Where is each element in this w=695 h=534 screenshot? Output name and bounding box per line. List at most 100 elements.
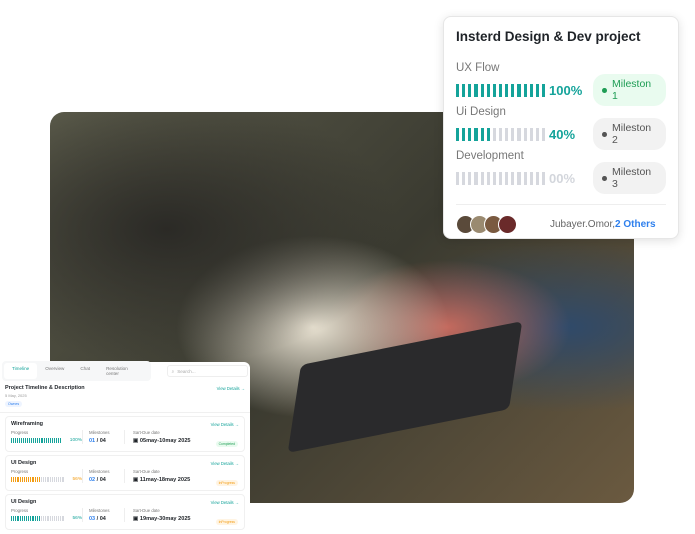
progress-segment [49, 516, 51, 521]
project-timeline-panel: Timeline Overview Chat Resolution center ⌕ S… [0, 361, 250, 532]
progress-segment [30, 516, 32, 521]
progress-segment [505, 127, 509, 141]
progress-bar [456, 83, 546, 97]
card-title: Insterd Design & Dev project [456, 29, 641, 44]
status-badge: Completed [215, 441, 238, 447]
milestone-badge[interactable]: Mileston 2 [593, 118, 666, 150]
progress-segment [53, 438, 55, 443]
progress-bar [456, 171, 546, 185]
progress-segment [541, 127, 546, 141]
progress-percent: 100% [549, 82, 583, 98]
progress-segment [511, 83, 515, 97]
progress-label: Progress [11, 508, 29, 513]
progress-segment [32, 516, 34, 521]
progress-segment [505, 171, 509, 185]
progress-percent: 00% [549, 170, 576, 186]
dates-label: Sart-Due date [133, 508, 160, 513]
member-avatars[interactable] [456, 215, 538, 234]
progress-segment [517, 171, 521, 185]
dates-label: Sart-Due date [133, 469, 160, 474]
milestones-done: 02 [89, 477, 96, 483]
task-card: UI Design View Details → Progress 56% Mil… [5, 494, 245, 530]
progress-segment [57, 438, 59, 443]
progress-segment [541, 83, 546, 97]
progress-segment [60, 477, 62, 482]
progress-segment [37, 438, 39, 443]
task-progress-bar: 56% [11, 516, 82, 521]
progress-segment [28, 516, 30, 521]
progress-segment [38, 477, 40, 482]
project-progress-card: Insterd Design & Dev project UX Flow 100… [443, 16, 679, 239]
progress-segment [55, 438, 57, 443]
others-link[interactable]: 2 Others [615, 219, 656, 230]
progress-segment [456, 171, 460, 185]
progress-segment [498, 171, 503, 185]
progress-percent: 56% [72, 477, 83, 482]
progress-bar [456, 127, 546, 141]
progress-segment [529, 171, 533, 185]
tab-overview[interactable]: Overview [37, 363, 72, 379]
search-input[interactable]: ⌕ Search... [166, 365, 248, 377]
progress-segment [30, 477, 32, 482]
view-details-link[interactable]: View Details → [211, 500, 239, 505]
view-details-link[interactable]: View Details → [211, 461, 239, 466]
milestones-done: 03 [89, 516, 96, 522]
dates-label: Sart-Due date [133, 430, 160, 435]
progress-segment [19, 477, 21, 482]
milestone-badge[interactable]: Mileston 1 [593, 74, 666, 106]
progress-segment [36, 516, 38, 521]
progress-segment [523, 171, 527, 185]
progress-segment [462, 171, 466, 185]
view-details-link[interactable]: View Details → [211, 422, 239, 427]
progress-segment [23, 516, 25, 521]
tab-timeline[interactable]: Timeline [4, 363, 38, 379]
progress-segment [480, 127, 484, 141]
progress-segment [43, 516, 45, 521]
progress-segment [25, 477, 28, 482]
task-progress-bar: 100% [11, 438, 82, 443]
status-dot-icon [602, 131, 608, 137]
progress-segment [60, 516, 62, 521]
progress-segment [47, 477, 49, 482]
progress-segment [19, 516, 21, 521]
progress-percent: 100% [69, 438, 83, 443]
progress-segment [498, 127, 503, 141]
milestone-badge[interactable]: Mileston 3 [593, 162, 666, 194]
progress-segment [49, 477, 51, 482]
tab-resolution-center[interactable]: Resolution center [98, 363, 149, 379]
progress-segment [40, 477, 43, 482]
progress-segment [21, 477, 23, 482]
progress-segment [45, 477, 47, 482]
progress-segment [11, 516, 13, 521]
progress-segment [21, 516, 23, 521]
progress-segment [28, 477, 30, 482]
progress-segment [34, 477, 36, 482]
progress-segment [474, 171, 478, 185]
progress-segment [517, 83, 521, 97]
avatar [498, 215, 517, 234]
progress-segment [523, 127, 527, 141]
date-range: 05may-10may 2025 [139, 438, 191, 444]
milestone-label: Mileston 1 [612, 78, 652, 102]
view-details-link[interactable]: View Details → [217, 386, 245, 391]
progress-row: Development 00% Mileston 3 [456, 150, 666, 194]
progress-segment [535, 127, 539, 141]
progress-segment [55, 516, 58, 521]
task-title: Wireframing [11, 421, 44, 427]
tab-chat[interactable]: Chat [72, 363, 98, 379]
progress-segment [480, 83, 484, 97]
date-range: 11may-18may 2025 [139, 477, 191, 483]
progress-segment [11, 477, 13, 482]
progress-segment [529, 83, 533, 97]
search-placeholder: Search... [177, 368, 196, 374]
progress-segment [53, 516, 55, 521]
progress-segment [511, 127, 515, 141]
progress-segment [17, 477, 19, 482]
progress-segment [36, 477, 38, 482]
progress-segment [32, 477, 34, 482]
progress-segment [456, 83, 460, 97]
progress-segment [517, 127, 521, 141]
progress-segment [462, 127, 466, 141]
progress-segment [505, 83, 509, 97]
progress-segment [51, 438, 53, 443]
